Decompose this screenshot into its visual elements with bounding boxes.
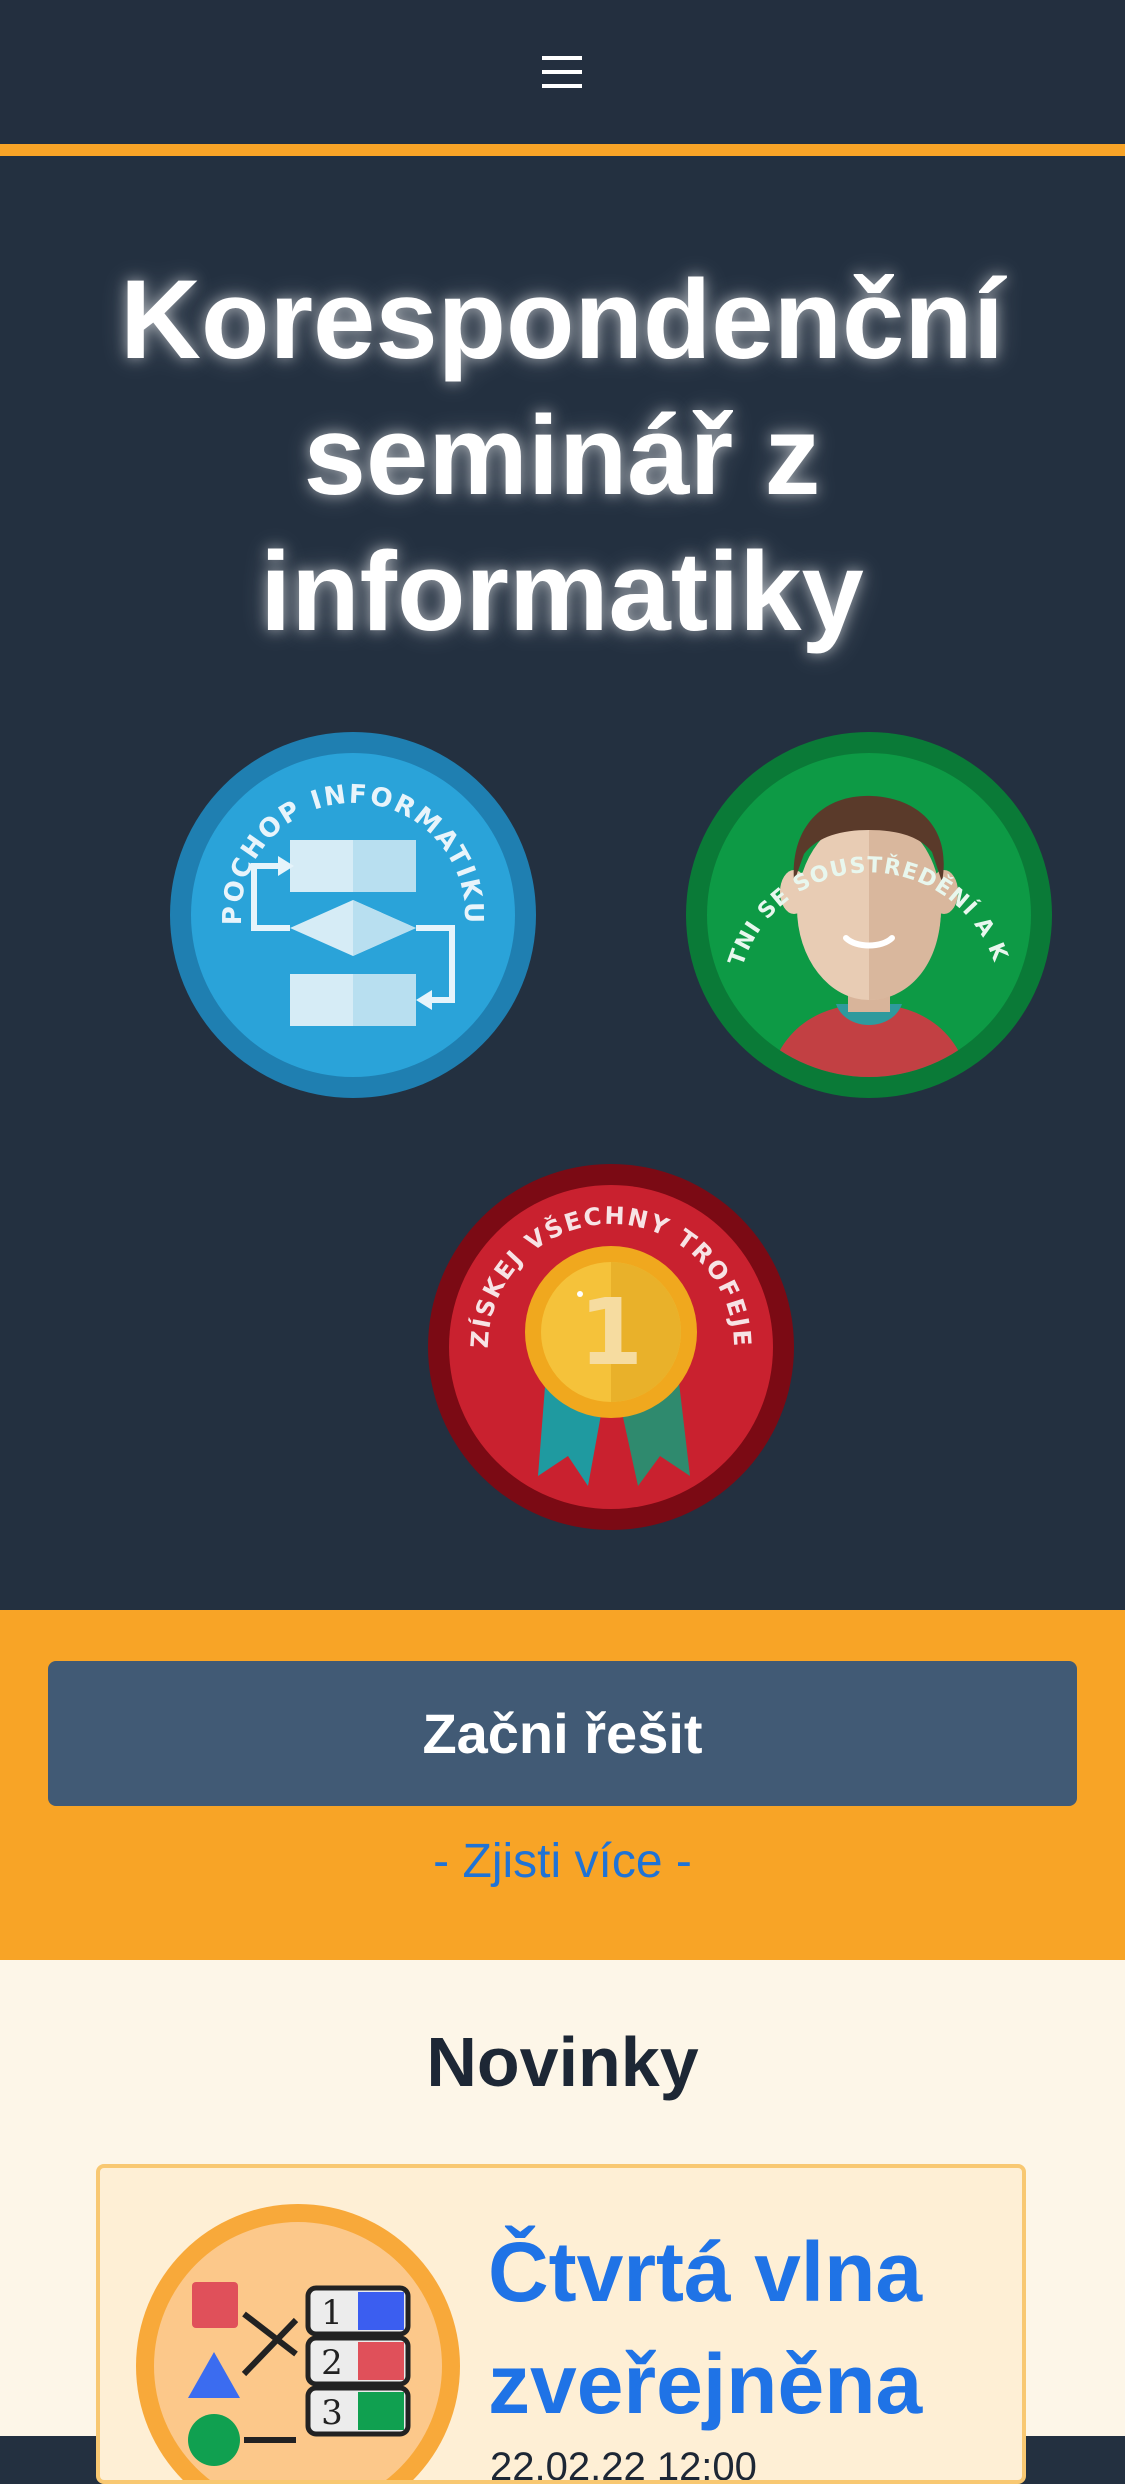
top-navigation-bar — [0, 0, 1125, 144]
svg-text:2: 2 — [321, 2343, 343, 2383]
svg-text:3: 3 — [321, 2393, 343, 2433]
svg-text:1: 1 — [321, 2293, 343, 2333]
medal-number-icon: 1 — [579, 1279, 643, 1386]
news-card[interactable]: 1 2 3 Čtvrtá vlna zveřejněna 22.02.22 12… — [96, 2164, 1026, 2484]
news-item-date: 22.02.22 12:00 — [490, 2445, 757, 2484]
flowchart-icon: POCHOP INFORMATIKU — [170, 732, 536, 1098]
hamburger-menu-icon[interactable] — [536, 46, 588, 98]
badge-collect-trophies: ZÍSKEJ VŠECHNY TROFEJE 1 — [428, 1164, 794, 1530]
call-to-action-section: Začni řešit - Zjisti více - — [0, 1610, 1125, 1960]
page-title: Korespondenční seminář z informatiky — [120, 257, 1004, 654]
learn-more-link[interactable]: - Zjisti více - — [0, 1830, 1125, 1894]
person-icon: ZÚČASTNI SE SOUSTŘEDĚNÍ A KSÍLETŮ — [686, 732, 1052, 1098]
badge-understand-informatics: POCHOP INFORMATIKU — [170, 732, 536, 1098]
news-item-title[interactable]: Čtvrtá vlna zveřejněna — [488, 2216, 1008, 2440]
start-solving-button[interactable]: Začni řešit — [48, 1661, 1077, 1806]
hero-section: Korespondenční seminář z informatiky POC… — [0, 156, 1125, 1610]
badge-join-camps: ZÚČASTNI SE SOUSTŘEDĚNÍ A KSÍLETŮ — [686, 732, 1052, 1098]
news-heading: Novinky — [426, 2023, 699, 2101]
accent-stripe — [0, 144, 1125, 156]
sorting-task-icon: 1 2 3 — [136, 2204, 460, 2480]
medal-icon: ZÍSKEJ VŠECHNY TROFEJE 1 — [428, 1164, 794, 1530]
news-section: Novinky 1 2 3 Čtvrtá vlna zveřejněna 22.… — [0, 1960, 1125, 2484]
